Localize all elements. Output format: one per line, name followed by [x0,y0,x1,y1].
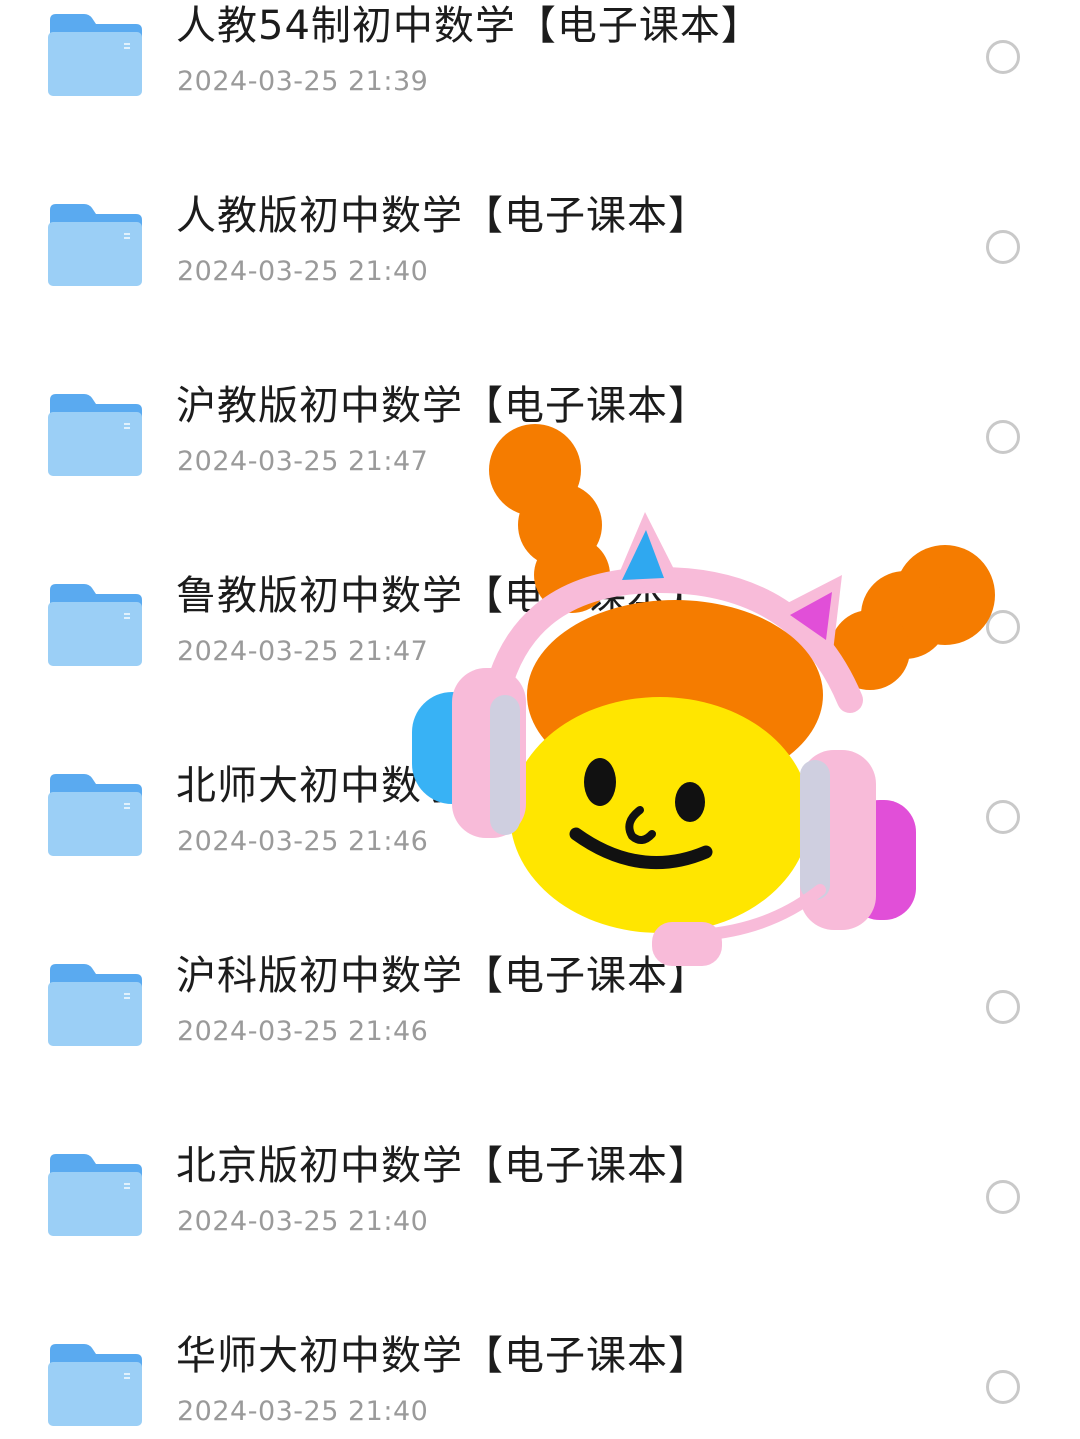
file-row[interactable]: 人教版初中数学【电子课本】 2024-03-25 21:40 [0,190,1080,380]
select-radio[interactable] [986,990,1020,1024]
file-date: 2024-03-25 21:40 [177,256,429,287]
file-name: 沪科版初中数学【电子课本】 [176,953,709,999]
folder-icon [48,964,142,1046]
file-name: 人教54制初中数学【电子课本】 [176,3,762,49]
select-radio[interactable] [986,420,1020,454]
file-list: 人教54制初中数学【电子课本】 2024-03-25 21:39 人教版初中数学… [0,0,1080,1439]
select-radio[interactable] [986,1370,1020,1404]
folder-icon [48,394,142,476]
file-name: 北京版初中数学【电子课本】 [176,1143,709,1189]
file-row[interactable]: 鲁教版初中数学【电子课本】 2024-03-25 21:47 [0,570,1080,760]
file-name: 北师大初中数学【电子课本】 [176,763,709,809]
folder-icon [48,1344,142,1426]
select-radio[interactable] [986,610,1020,644]
select-radio[interactable] [986,230,1020,264]
select-radio[interactable] [986,1180,1020,1214]
file-row[interactable]: 华师大初中数学【电子课本】 2024-03-25 21:40 [0,1330,1080,1439]
folder-icon [48,204,142,286]
file-date: 2024-03-25 21:47 [177,636,429,667]
file-row[interactable]: 人教54制初中数学【电子课本】 2024-03-25 21:39 [0,0,1080,190]
folder-icon [48,14,142,96]
file-date: 2024-03-25 21:39 [177,66,429,97]
file-date: 2024-03-25 21:47 [177,446,429,477]
file-date: 2024-03-25 21:46 [177,1016,429,1047]
file-row[interactable]: 北京版初中数学【电子课本】 2024-03-25 21:40 [0,1140,1080,1330]
file-name: 沪教版初中数学【电子课本】 [176,383,709,429]
folder-icon [48,584,142,666]
select-radio[interactable] [986,800,1020,834]
file-name: 鲁教版初中数学【电子课本】 [176,573,709,619]
select-radio[interactable] [986,40,1020,74]
file-row[interactable]: 沪教版初中数学【电子课本】 2024-03-25 21:47 [0,380,1080,570]
file-row[interactable]: 沪科版初中数学【电子课本】 2024-03-25 21:46 [0,950,1080,1140]
file-date: 2024-03-25 21:46 [177,826,429,857]
file-name: 人教版初中数学【电子课本】 [176,193,709,239]
file-date: 2024-03-25 21:40 [177,1396,429,1427]
file-row[interactable]: 北师大初中数学【电子课本】 2024-03-25 21:46 [0,760,1080,950]
file-name: 华师大初中数学【电子课本】 [176,1333,709,1379]
file-date: 2024-03-25 21:40 [177,1206,429,1237]
folder-icon [48,774,142,856]
folder-icon [48,1154,142,1236]
